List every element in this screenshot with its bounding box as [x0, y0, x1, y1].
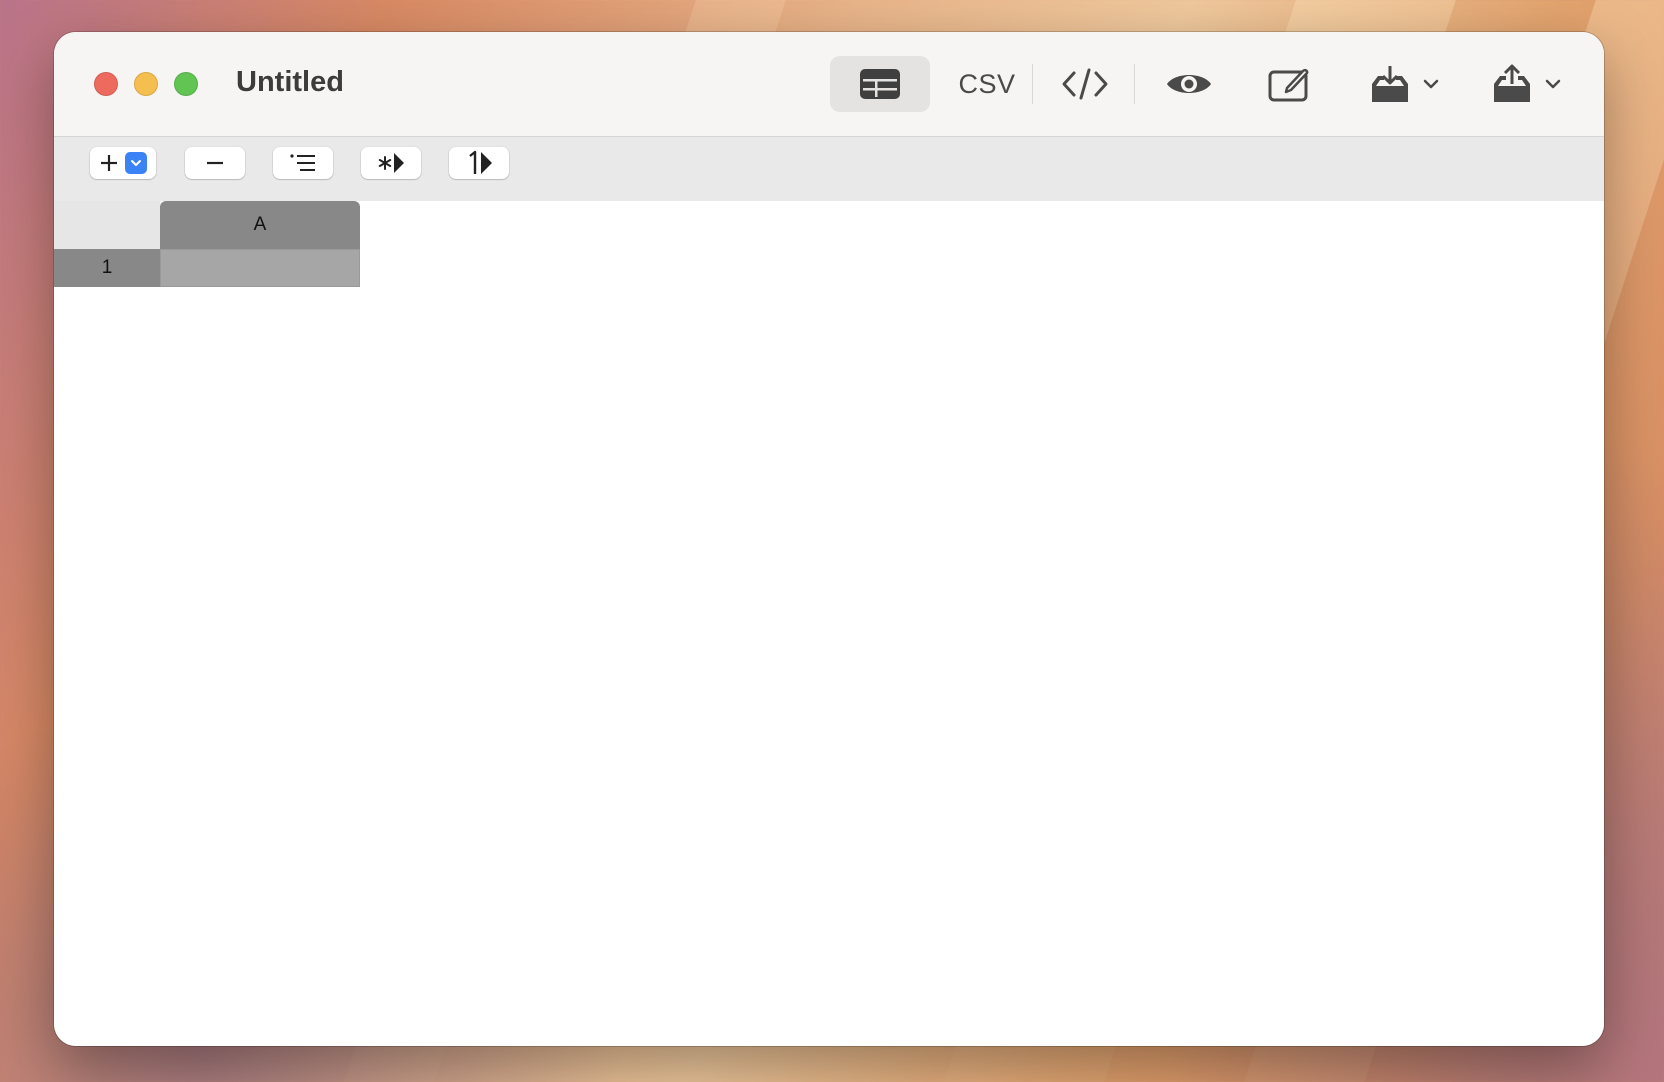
list-format-button[interactable] — [273, 147, 333, 179]
minimize-button[interactable] — [134, 72, 158, 96]
compose-icon — [1268, 68, 1309, 102]
asterisk-triangle-icon — [378, 153, 404, 173]
one-triangle-icon — [469, 150, 492, 174]
edit-button[interactable] — [1244, 56, 1334, 112]
add-options-dropdown[interactable] — [125, 152, 147, 174]
code-icon — [1062, 68, 1108, 100]
tray-upload-icon — [1494, 64, 1530, 102]
csv-label: CSV — [958, 68, 1016, 99]
column-header-a[interactable]: A — [160, 201, 360, 249]
app-window: Untitled CSV A 1 — [54, 32, 1604, 1046]
import-button[interactable] — [1354, 56, 1454, 112]
list-icon — [290, 154, 315, 171]
preview-button[interactable] — [1144, 56, 1234, 112]
remove-row-button[interactable] — [185, 147, 245, 179]
minus-icon — [207, 161, 223, 165]
add-row-button[interactable] — [90, 147, 156, 179]
plus-icon — [101, 155, 117, 171]
chevron-down-icon — [1423, 79, 1439, 89]
window-title: Untitled — [236, 66, 344, 98]
cell-a1[interactable] — [160, 249, 360, 287]
grid-corner[interactable] — [54, 201, 160, 249]
eye-icon — [1167, 75, 1211, 93]
table-icon — [860, 69, 900, 99]
row-header-1[interactable]: 1 — [54, 249, 160, 287]
table-view-button[interactable] — [830, 56, 930, 112]
csv-view-button[interactable]: CSV — [942, 56, 1032, 112]
numbering-button[interactable] — [449, 147, 509, 179]
zoom-button[interactable] — [174, 72, 198, 96]
title-bar: Untitled CSV — [54, 32, 1604, 137]
code-view-button[interactable] — [1040, 56, 1130, 112]
wildcard-button[interactable] — [361, 147, 421, 179]
edit-toolbar — [54, 137, 1604, 201]
tray-download-icon — [1372, 66, 1408, 102]
chevron-down-icon — [1545, 79, 1561, 89]
chevron-down-icon — [131, 160, 141, 166]
toolbar-divider — [1032, 64, 1033, 104]
export-button[interactable] — [1476, 56, 1576, 112]
close-button[interactable] — [94, 72, 118, 96]
spreadsheet-grid[interactable]: A 1 — [54, 201, 1604, 1046]
toolbar-divider — [1134, 64, 1135, 104]
